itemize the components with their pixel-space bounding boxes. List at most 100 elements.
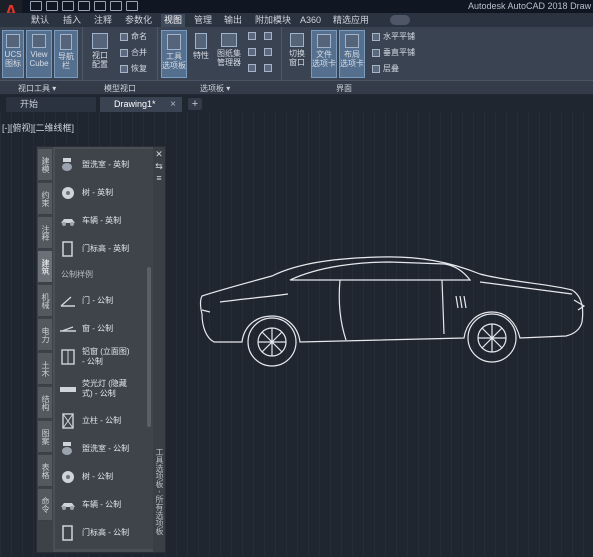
properties-button[interactable]: 特性 <box>190 30 212 78</box>
palette-small-button[interactable] <box>248 48 256 56</box>
join-viewports-button[interactable]: 合并 <box>120 48 147 58</box>
close-icon[interactable]: ✕ <box>154 149 164 159</box>
undo-icon[interactable] <box>110 1 122 11</box>
palette-small-button[interactable] <box>264 48 272 56</box>
list-item[interactable]: 树 - 公制 <box>59 465 113 489</box>
palette-tab-structural[interactable]: 结构 <box>38 387 52 419</box>
list-item[interactable]: 门标高 - 英制 <box>59 237 129 261</box>
print-icon[interactable] <box>94 1 106 11</box>
tab-parametric[interactable]: 参数化 <box>122 14 155 27</box>
palette-tab-commands[interactable]: 命令 <box>38 489 52 521</box>
column-icon <box>62 413 74 429</box>
palette-title-bar[interactable]: ✕ ⇆ ≡ 工具选项板 - 所有选项板 <box>153 147 165 552</box>
tree-icon <box>62 471 74 483</box>
tab-view[interactable]: 视图 <box>161 14 186 27</box>
list-item[interactable]: 车辆 - 英制 <box>59 209 121 233</box>
tile-horizontally-button[interactable]: 水平平铺 <box>372 32 415 42</box>
tab-a360[interactable]: A360 <box>297 14 324 27</box>
new-tab-button[interactable]: + <box>188 98 202 110</box>
close-icon[interactable]: × <box>170 97 176 112</box>
calculator-icon <box>248 48 256 56</box>
door-icon <box>60 296 75 307</box>
tab-default[interactable]: 默认 <box>28 14 52 27</box>
palette-tab-mechanical[interactable]: 机械 <box>38 285 52 317</box>
list-item[interactable]: 盥洗室 - 公制 <box>59 437 129 461</box>
list-item[interactable]: 门 - 公制 <box>59 289 113 313</box>
sheet-set-manager-button[interactable]: 图纸集 管理器 <box>214 30 244 78</box>
switch-windows-icon <box>290 33 304 47</box>
viewcube-button[interactable]: View Cube <box>26 30 52 78</box>
palette-scrollbar[interactable] <box>147 267 151 427</box>
list-item[interactable]: 荧光灯 (隐藏 式) - 公制 <box>59 377 127 401</box>
tab-manage[interactable]: 管理 <box>191 14 215 27</box>
viewport-controls[interactable]: [-][俯视][二维线框] <box>2 121 74 134</box>
list-item[interactable]: 车辆 - 公制 <box>59 493 121 517</box>
tab-output[interactable]: 输出 <box>221 14 245 27</box>
new-icon[interactable] <box>30 1 42 11</box>
window-title: Autodesk AutoCAD 2018 Draw <box>468 1 592 11</box>
tile-vertically-button[interactable]: 垂直平铺 <box>372 48 415 58</box>
ribbon-panel-titles: 视口工具 ▾ 模型视口 选项板 ▾ 界面 <box>0 80 593 94</box>
palette-tab-hatches[interactable]: 图案 <box>38 421 52 453</box>
panel-title-model-viewports: 模型视口 <box>104 84 136 93</box>
drawing1-tab[interactable]: Drawing1* × <box>100 97 182 112</box>
restore-viewports-button[interactable]: 恢复 <box>120 64 147 74</box>
xref-icon <box>264 48 272 56</box>
palette-tab-architectural[interactable]: 建筑 <box>38 251 52 283</box>
door-elevation-icon <box>62 241 73 257</box>
palette-tab-constraints[interactable]: 约束 <box>38 183 52 215</box>
layout-tabs-button[interactable]: 布局 选项卡 <box>339 30 365 78</box>
autohide-icon[interactable]: ⇆ <box>154 161 164 171</box>
cascade-button[interactable]: 层叠 <box>372 64 399 74</box>
palette-small-button[interactable] <box>248 32 256 40</box>
file-tabs-button[interactable]: 文件 选项卡 <box>311 30 337 78</box>
viewport-config-icon <box>92 33 108 49</box>
tool-palettes-icon <box>167 34 181 50</box>
list-item[interactable]: 盥洗室 - 英制 <box>59 153 129 177</box>
named-viewports-button[interactable]: 命名 <box>120 32 147 42</box>
tab-insert[interactable]: 插入 <box>60 14 84 27</box>
list-item[interactable]: 树 - 英制 <box>59 181 113 205</box>
car-body-outline <box>199 256 584 343</box>
tab-addins[interactable]: 附加模块 <box>252 14 294 27</box>
tool-palettes-button[interactable]: 工具 选项板 <box>161 30 187 78</box>
ribbon-toggle-button[interactable] <box>390 15 410 25</box>
list-item[interactable]: 立柱 - 公制 <box>59 409 121 433</box>
panel-title-interface: 界面 <box>336 84 352 93</box>
panel-title-viewport-tools[interactable]: 视口工具 ▾ <box>18 83 56 94</box>
palette-tab-tables[interactable]: 表格 <box>38 455 52 487</box>
tile-vertical-icon <box>372 49 380 57</box>
start-tab[interactable]: 开始 <box>6 97 96 112</box>
viewport-config-button[interactable]: 视口 配置 <box>87 30 113 78</box>
door-elevation-icon <box>62 525 73 541</box>
redo-icon[interactable] <box>126 1 138 11</box>
separator <box>281 27 282 80</box>
list-item[interactable]: 门标高 - 公制 <box>59 521 129 545</box>
navbar-button[interactable]: 导航栏 <box>54 30 78 78</box>
tool-palette[interactable]: 建模 约束 注释 建筑 机械 电力 土木 结构 图案 表格 命令 盥洗室 - 英… <box>36 146 166 553</box>
car-window <box>289 261 472 281</box>
tab-annotate[interactable]: 注释 <box>91 14 115 27</box>
tab-featured-apps[interactable]: 精选应用 <box>330 14 372 27</box>
quick-access-toolbar <box>30 1 138 11</box>
toilet-icon <box>62 442 72 455</box>
palette-tab-civil[interactable]: 土木 <box>38 353 52 385</box>
palette-tab-annotation[interactable]: 注释 <box>38 217 52 249</box>
separator <box>82 27 83 80</box>
list-item[interactable]: 窗 - 公制 <box>59 317 113 341</box>
palette-small-button[interactable] <box>248 64 256 72</box>
switch-windows-button[interactable]: 切换 窗口 <box>285 30 309 78</box>
save-as-icon[interactable] <box>78 1 90 11</box>
palette-tab-modeling[interactable]: 建模 <box>38 149 52 181</box>
save-icon[interactable] <box>62 1 74 11</box>
palette-tab-electrical[interactable]: 电力 <box>38 319 52 351</box>
properties-icon[interactable]: ≡ <box>154 173 164 183</box>
list-item[interactable]: 铝窗 (立面图) - 公制 <box>59 345 130 369</box>
aluminum-window-icon <box>61 349 75 365</box>
car-drawing[interactable] <box>180 252 593 402</box>
ucs-icon-button[interactable]: UCS 图标 <box>2 30 24 78</box>
panel-title-palettes[interactable]: 选项板 ▾ <box>200 83 230 94</box>
palette-small-button[interactable] <box>264 32 272 40</box>
open-icon[interactable] <box>46 1 58 11</box>
palette-small-button[interactable] <box>264 64 272 72</box>
